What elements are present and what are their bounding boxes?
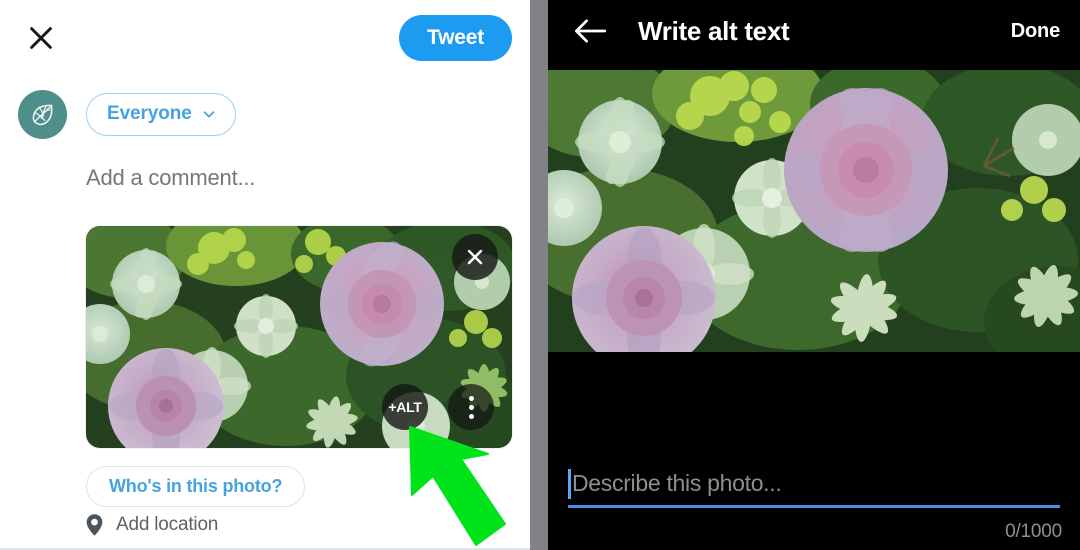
remove-media-button[interactable]	[452, 234, 498, 280]
tweet-composer-panel: Tweet Everyone Add a comment... +ALT Who…	[0, 0, 530, 550]
describe-photo-input[interactable]: Describe this photo...	[568, 462, 1060, 508]
dot	[468, 395, 474, 401]
add-location-button[interactable]: Add location	[84, 513, 218, 537]
audience-row: Everyone	[0, 87, 530, 141]
screenshot-root: Tweet Everyone Add a comment... +ALT Who…	[0, 0, 1080, 550]
close-x-icon[interactable]	[24, 21, 58, 55]
attached-photo[interactable]	[86, 226, 512, 448]
avatar[interactable]	[18, 89, 67, 139]
describe-photo-placeholder: Describe this photo...	[572, 470, 782, 496]
alt-photo-preview	[548, 70, 1080, 352]
alt-text-editor-panel: Write alt text Done Describe this photo.…	[548, 0, 1080, 550]
done-button[interactable]: Done	[1011, 20, 1060, 43]
audience-label: Everyone	[107, 103, 192, 124]
page-title: Write alt text	[638, 15, 790, 46]
dot	[468, 413, 474, 419]
add-location-label: Add location	[116, 514, 219, 535]
text-caret	[568, 468, 571, 499]
back-arrow-icon[interactable]	[570, 11, 610, 51]
chevron-down-icon	[203, 111, 215, 118]
succulent-photo-large	[548, 70, 1080, 352]
close-x-icon	[467, 249, 483, 265]
character-counter: 0/1000	[1005, 521, 1062, 542]
audience-selector[interactable]: Everyone	[86, 92, 236, 136]
tweet-button[interactable]: Tweet	[399, 14, 512, 61]
map-pin-icon	[86, 514, 103, 536]
media-more-options-button[interactable]	[448, 384, 494, 430]
succulent-photo-thumbnail	[86, 226, 512, 448]
add-alt-text-button[interactable]: +ALT	[382, 384, 428, 430]
composer-top-bar: Tweet	[0, 0, 530, 75]
leaf-logo-icon	[32, 104, 53, 126]
alt-editor-top-bar: Write alt text Done	[548, 0, 1080, 62]
alt-text-input-wrapper: Describe this photo...	[568, 462, 1060, 508]
whos-in-this-photo-button[interactable]: Who's in this photo?	[86, 466, 306, 507]
dot	[468, 404, 474, 410]
comment-input[interactable]: Add a comment...	[0, 141, 530, 191]
panel-divider	[530, 0, 548, 550]
